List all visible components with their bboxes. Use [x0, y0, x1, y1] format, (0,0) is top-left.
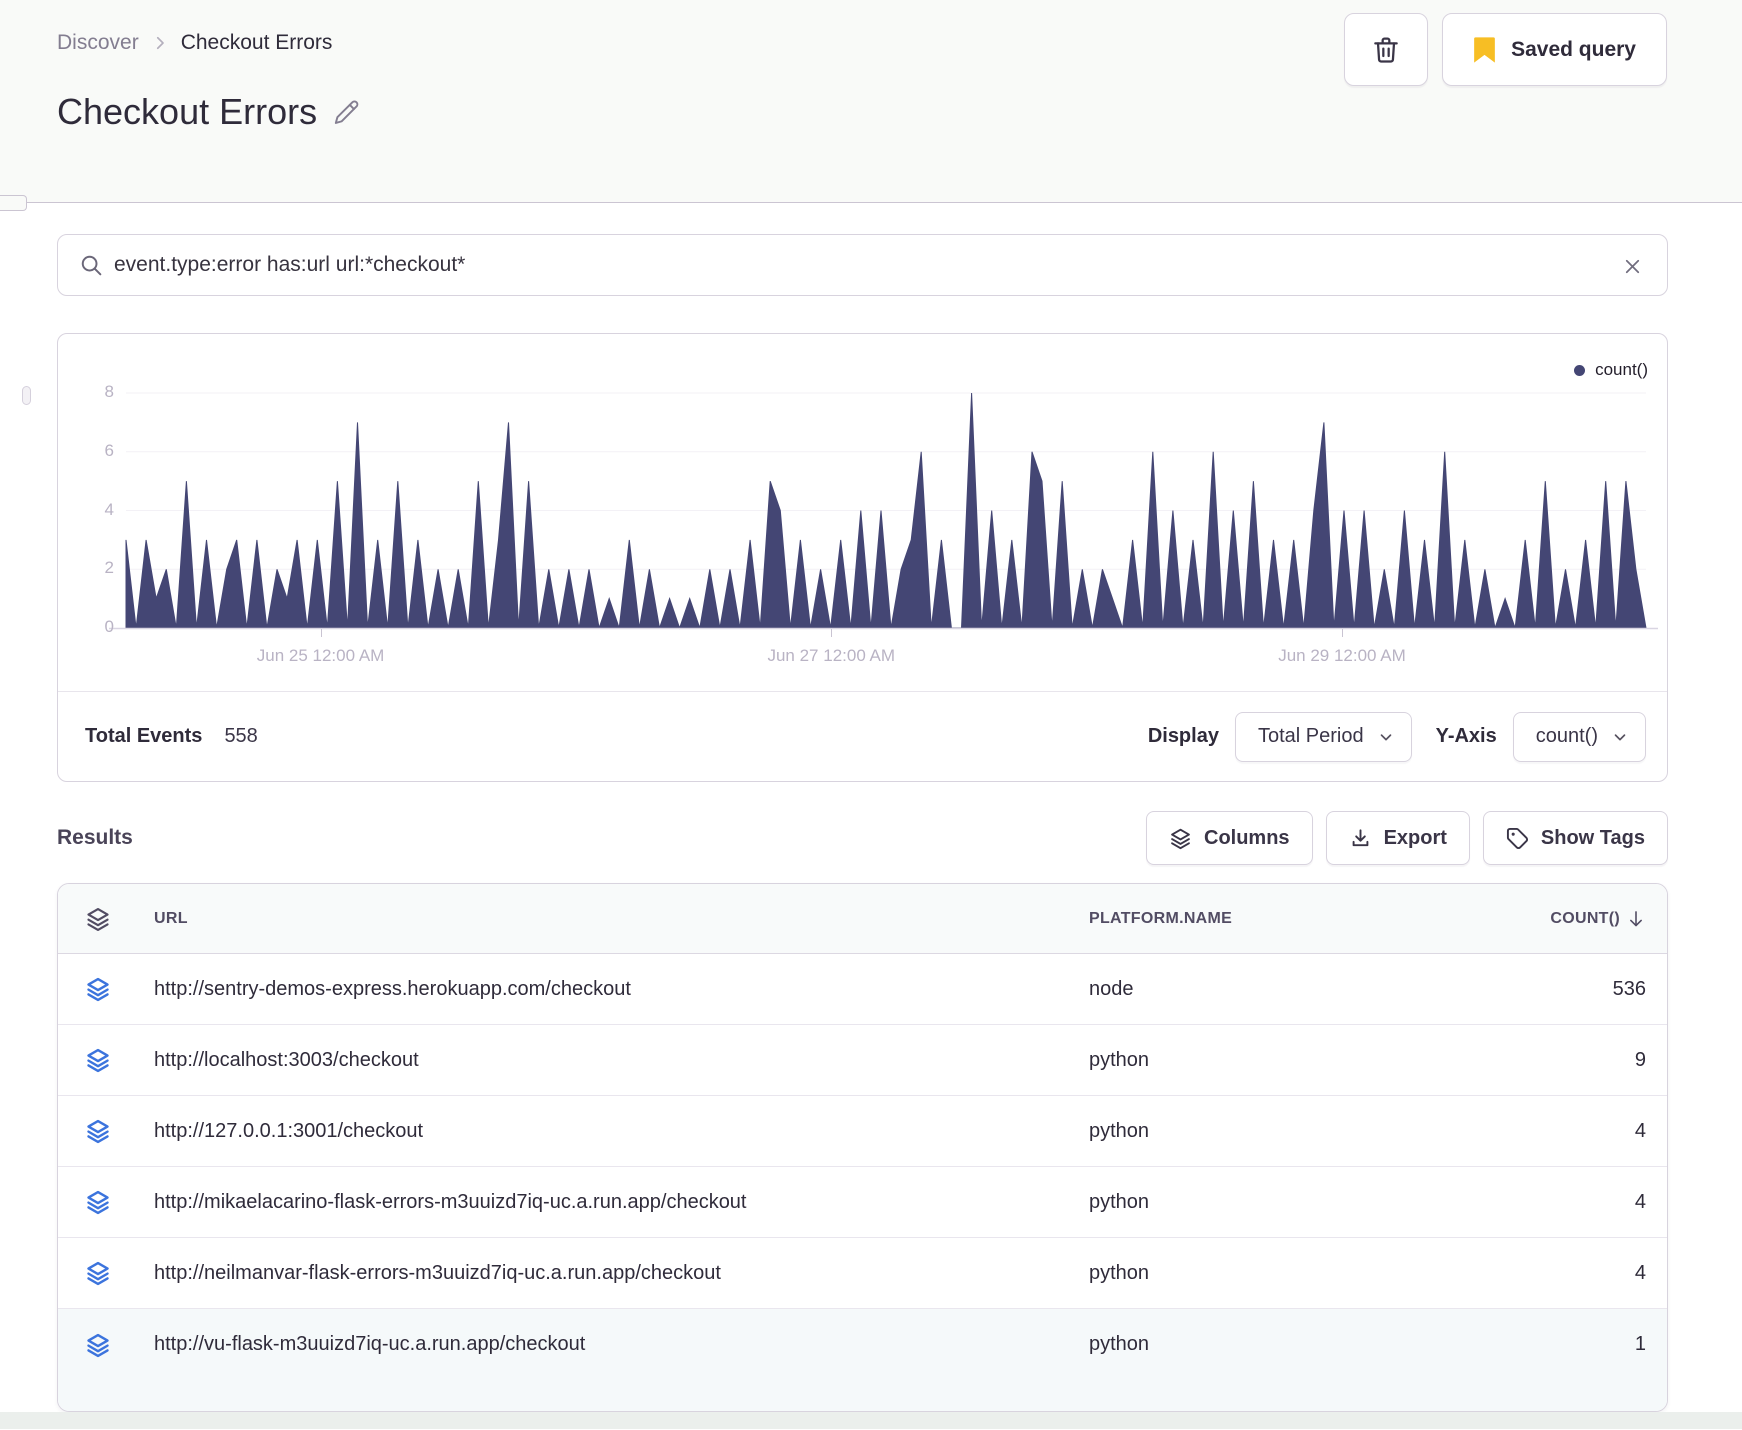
- table-row[interactable]: http://127.0.0.1:3001/checkout python 4: [58, 1096, 1667, 1167]
- y-axis-tick-label: 8: [104, 382, 114, 401]
- row-count-cell[interactable]: 4: [1439, 1120, 1667, 1143]
- row-actions-layers-icon[interactable]: [58, 1189, 154, 1215]
- tag-icon: [1506, 827, 1529, 850]
- row-count-cell[interactable]: 4: [1439, 1191, 1667, 1214]
- chevron-down-icon: [1377, 728, 1395, 746]
- row-count-cell[interactable]: 1: [1439, 1333, 1667, 1356]
- row-platform-cell[interactable]: python: [1089, 1191, 1439, 1214]
- x-axis-tick-label: Jun 29 12:00 AM: [1278, 646, 1406, 665]
- row-actions-layers-icon[interactable]: [58, 976, 154, 1002]
- breadcrumb-current: Checkout Errors: [180, 31, 333, 54]
- search-query-input[interactable]: event.type:error has:url url:*checkout*: [114, 253, 465, 277]
- yaxis-label: Y-Axis: [1435, 725, 1497, 747]
- chevron-right-icon: [151, 34, 169, 52]
- row-count-cell[interactable]: 4: [1439, 1262, 1667, 1285]
- column-actions-icon[interactable]: [58, 906, 154, 932]
- row-url-cell[interactable]: http://127.0.0.1:3001/checkout: [154, 1120, 1089, 1143]
- display-dropdown[interactable]: Total Period: [1234, 711, 1412, 762]
- row-actions-layers-icon[interactable]: [58, 1332, 154, 1358]
- area-chart[interactable]: [109, 392, 1658, 630]
- page-header: Discover Checkout Errors Checkout Errors: [0, 0, 1742, 203]
- table-row[interactable]: http://sentry-demos-express.herokuapp.co…: [58, 954, 1667, 1025]
- row-url-cell[interactable]: http://vu-flask-m3uuizd7iq-uc.a.run.app/…: [154, 1333, 1089, 1356]
- breadcrumb-discover-link[interactable]: Discover: [57, 31, 139, 55]
- show-tags-button-label: Show Tags: [1540, 826, 1645, 849]
- sort-desc-arrow-icon: [1626, 909, 1646, 929]
- display-dropdown-value: Total Period: [1257, 725, 1364, 747]
- row-platform-cell[interactable]: python: [1089, 1049, 1439, 1072]
- row-url-cell[interactable]: http://sentry-demos-express.herokuapp.co…: [154, 978, 1089, 1001]
- row-url-cell[interactable]: http://neilmanvar-flask-errors-m3uuizd7i…: [154, 1262, 1089, 1285]
- y-axis-tick-label: 4: [104, 499, 114, 519]
- x-axis-tick-label: Jun 27 12:00 AM: [767, 646, 896, 665]
- row-actions-layers-icon[interactable]: [58, 1260, 154, 1286]
- row-platform-cell[interactable]: python: [1089, 1120, 1439, 1143]
- row-platform-cell[interactable]: python: [1089, 1333, 1439, 1356]
- resize-handle: [22, 386, 31, 405]
- legend-dot-icon: [1574, 364, 1586, 376]
- x-axis-tick: [831, 629, 833, 637]
- row-platform-cell[interactable]: python: [1089, 1262, 1439, 1285]
- chevron-down-icon: [1611, 728, 1629, 746]
- page-bottom-strip: [0, 1412, 1742, 1429]
- display-label: Display: [1147, 725, 1219, 747]
- table-header-row: URL PLATFORM.NAME COUNT(): [58, 884, 1667, 954]
- row-count-cell[interactable]: 536: [1439, 978, 1667, 1001]
- layers-icon: [1169, 827, 1192, 850]
- clear-search-icon[interactable]: [1621, 255, 1644, 278]
- export-button[interactable]: Export: [1325, 811, 1470, 865]
- chart-footer: Total Events 558 Display Total Period Y-…: [58, 691, 1667, 781]
- column-header-count[interactable]: COUNT(): [1439, 909, 1667, 929]
- x-axis-tick: [1342, 629, 1343, 637]
- row-count-cell[interactable]: 9: [1439, 1049, 1667, 1072]
- show-tags-button[interactable]: Show Tags: [1482, 811, 1668, 865]
- bookmark-icon: [1473, 36, 1496, 64]
- yaxis-dropdown[interactable]: count(): [1512, 711, 1646, 762]
- column-header-url[interactable]: URL: [154, 910, 1089, 928]
- export-button-label: Export: [1383, 826, 1447, 849]
- y-axis-tick-label: 2: [104, 558, 114, 578]
- discover-page: Discover Checkout Errors Checkout Errors: [0, 0, 1742, 1430]
- chart-legend[interactable]: count(): [1574, 360, 1648, 380]
- saved-query-label: Saved query: [1511, 37, 1636, 61]
- yaxis-dropdown-value: count(): [1535, 725, 1598, 747]
- y-axis-tick-label: 6: [104, 440, 114, 460]
- columns-button[interactable]: Columns: [1146, 811, 1313, 865]
- events-chart-panel: count() Total Events 558 Display Total P…: [57, 333, 1668, 782]
- row-actions-layers-icon[interactable]: [58, 1118, 154, 1144]
- search-icon: [79, 253, 104, 278]
- total-events-label: Total Events: [85, 725, 203, 747]
- legend-label: count(): [1595, 360, 1648, 379]
- page-title: Checkout Errors: [57, 91, 318, 132]
- row-actions-layers-icon[interactable]: [58, 1047, 154, 1073]
- sidebar-collapse-handle[interactable]: [0, 195, 27, 211]
- table-row[interactable]: http://localhost:3003/checkout python 9: [58, 1025, 1667, 1096]
- row-url-cell[interactable]: http://mikaelacarino-flask-errors-m3uuiz…: [154, 1191, 1089, 1214]
- table-body: http://sentry-demos-express.herokuapp.co…: [58, 954, 1667, 1411]
- total-events-value: 558: [224, 725, 258, 747]
- columns-button-label: Columns: [1204, 826, 1290, 849]
- edit-title-pencil-icon[interactable]: [333, 99, 360, 126]
- table-row[interactable]: http://mikaelacarino-flask-errors-m3uuiz…: [58, 1167, 1667, 1238]
- x-axis-tick: [320, 629, 322, 637]
- search-bar[interactable]: event.type:error has:url url:*checkout*: [57, 234, 1668, 296]
- results-table: URL PLATFORM.NAME COUNT() http://sentry-…: [57, 883, 1668, 1412]
- download-icon: [1349, 827, 1372, 850]
- table-row[interactable]: http://vu-flask-m3uuizd7iq-uc.a.run.app/…: [58, 1309, 1667, 1411]
- trash-icon: [1370, 34, 1402, 66]
- table-row[interactable]: http://neilmanvar-flask-errors-m3uuizd7i…: [58, 1238, 1667, 1309]
- delete-query-button[interactable]: [1344, 13, 1429, 86]
- column-header-platform[interactable]: PLATFORM.NAME: [1089, 910, 1439, 928]
- row-url-cell[interactable]: http://localhost:3003/checkout: [154, 1049, 1089, 1072]
- row-platform-cell[interactable]: node: [1089, 978, 1439, 1001]
- results-heading: Results: [57, 826, 133, 849]
- saved-query-button[interactable]: Saved query: [1442, 13, 1667, 86]
- y-axis-tick-label: 0: [104, 617, 114, 636]
- x-axis-tick-label: Jun 25 12:00 AM: [256, 646, 385, 665]
